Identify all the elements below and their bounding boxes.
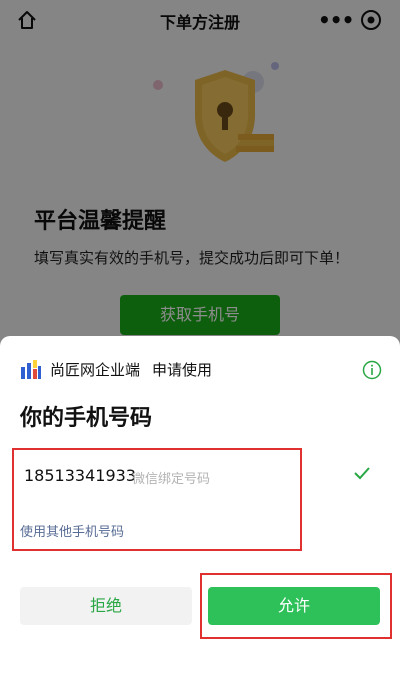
phone-option-box: 18513341933 微信绑定号码 使用其他手机号码 [12,448,302,551]
reject-button[interactable]: 拒绝 [20,587,192,625]
phone-number[interactable]: 18513341933 [24,466,136,485]
app-logo-icon [21,360,41,379]
app-name: 尚匠网企业端 [50,360,141,379]
info-icon[interactable] [362,360,382,380]
app-info-row: 尚匠网企业端 申请使用 [20,358,212,380]
phone-auth-sheet: 尚匠网企业端 申请使用 你的手机号码 18513341933 微信绑定号码 使用… [0,336,400,690]
phone-hint: 微信绑定号码 [132,472,211,487]
sheet-title: 你的手机号码 [20,406,153,431]
allow-button[interactable]: 允许 [208,587,380,625]
use-other-phone-link[interactable]: 使用其他手机号码 [20,521,124,540]
request-action: 申请使用 [152,360,213,379]
check-icon [354,467,370,480]
